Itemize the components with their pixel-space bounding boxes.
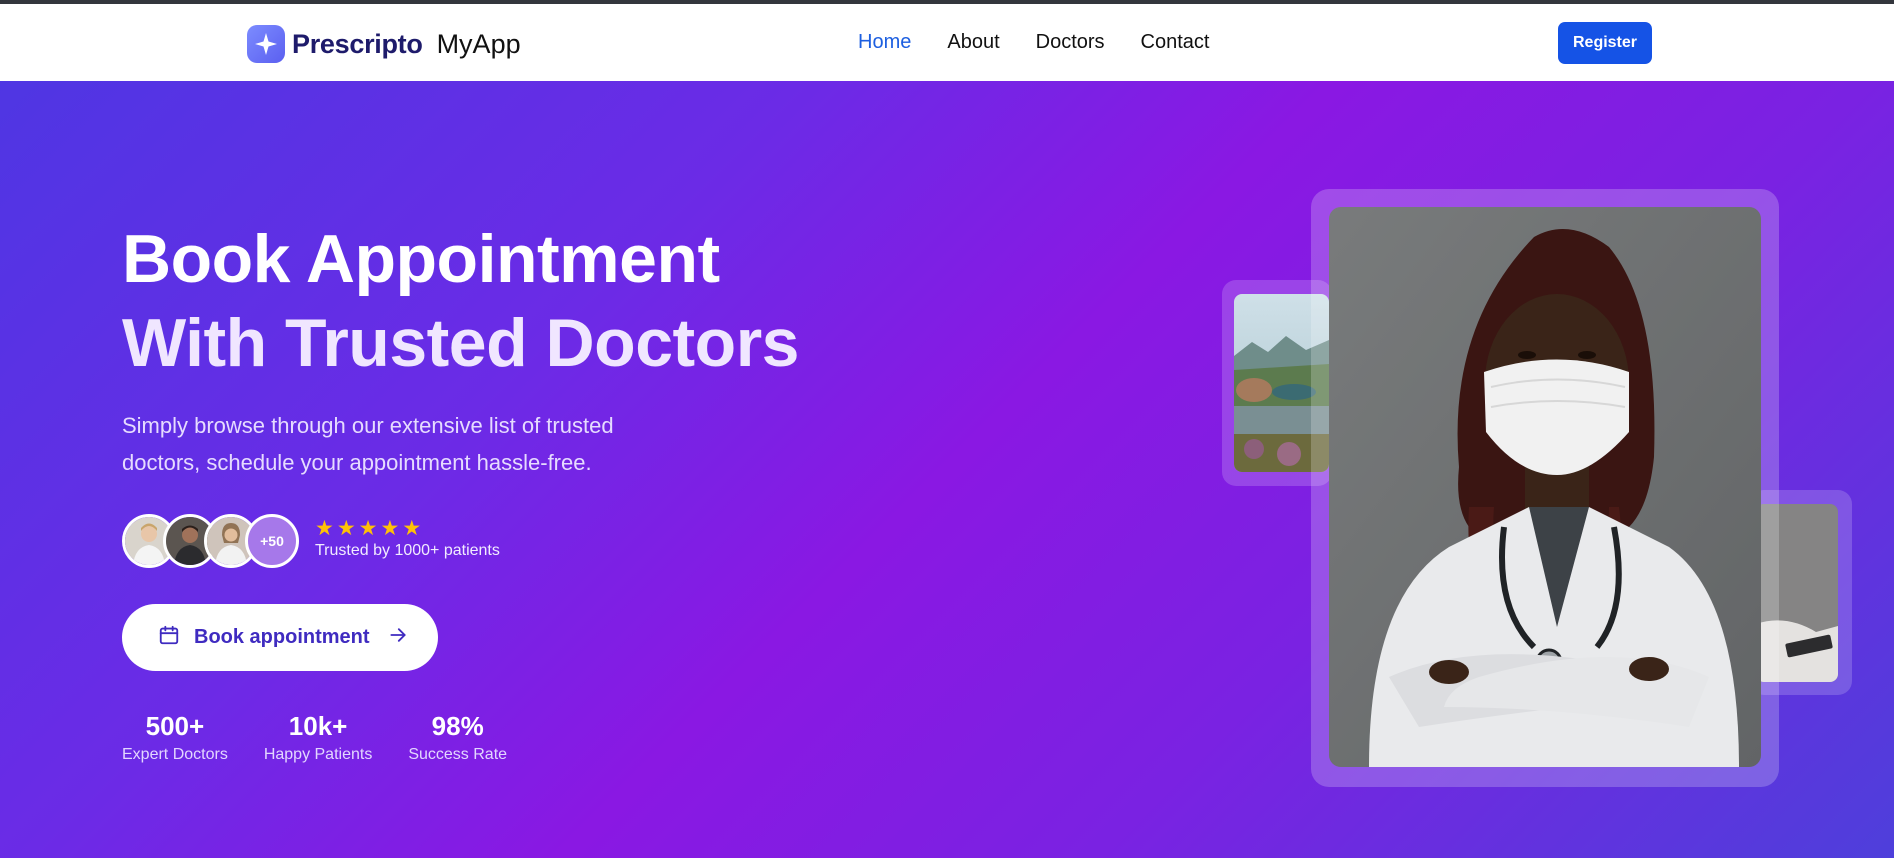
- navbar: Prescripto MyApp Home About Doctors Cont…: [0, 4, 1894, 81]
- rating-text: Trusted by 1000+ patients: [315, 542, 500, 559]
- register-button[interactable]: Register: [1558, 22, 1652, 64]
- main-nav: Home About Doctors Contact: [858, 31, 1245, 54]
- stat-label: Expert Doctors: [122, 746, 228, 763]
- subtext-line-2: doctors, schedule your appointment hassl…: [122, 450, 592, 475]
- stat-label: Success Rate: [408, 746, 508, 763]
- star-icon: ★: [358, 517, 378, 540]
- more-avatars-badge: +50: [245, 514, 299, 568]
- book-appointment-button[interactable]: Book appointment: [122, 604, 438, 671]
- logo-sparkle-icon: [247, 25, 285, 63]
- hero-section: Book Appointment With Trusted Doctors Si…: [0, 81, 1894, 858]
- calendar-icon: [158, 624, 180, 651]
- stat-item: 500+ Expert Doctors: [122, 711, 228, 764]
- app-name: MyApp: [436, 28, 521, 59]
- stats-row: 500+ Expert Doctors 10k+ Happy Patients …: [122, 711, 543, 764]
- brand-name: Prescripto: [292, 28, 423, 59]
- logo-link[interactable]: Prescripto MyApp: [247, 24, 521, 64]
- stat-item: 98% Success Rate: [408, 711, 507, 764]
- stat-item: 10k+ Happy Patients: [264, 711, 373, 764]
- headline-line-2: With Trusted Doctors: [122, 305, 799, 381]
- star-rating: ★ ★ ★ ★ ★: [315, 517, 500, 540]
- headline-line-1: Book Appointment: [122, 221, 720, 297]
- main-doctor-card: [1311, 189, 1779, 787]
- nav-item-about[interactable]: About: [947, 31, 999, 54]
- stat-value: 10k+: [288, 711, 348, 741]
- nav-item-contact[interactable]: Contact: [1141, 31, 1210, 54]
- subtext-line-1: Simply browse through our extensive list…: [122, 413, 614, 438]
- star-icon: ★: [336, 517, 356, 540]
- doctor-photo: [1329, 207, 1761, 767]
- star-icon: ★: [315, 517, 334, 540]
- stat-value: 500+: [145, 711, 205, 741]
- star-icon: ★: [380, 517, 400, 540]
- rating-block: ★ ★ ★ ★ ★ Trusted by 1000+ patients: [315, 517, 500, 560]
- nav-item-doctors[interactable]: Doctors: [1036, 31, 1105, 54]
- nav-item-home[interactable]: Home: [858, 31, 911, 54]
- star-icon: ★: [402, 517, 422, 540]
- stat-value: 98%: [431, 711, 484, 741]
- arrow-right-icon: [388, 625, 408, 650]
- stat-label: Happy Patients: [263, 746, 373, 763]
- hero-subtext: Simply browse through our extensive list…: [122, 407, 682, 481]
- hero-headline: Book Appointment With Trusted Doctors: [122, 217, 799, 385]
- book-appointment-label: Book appointment: [194, 626, 370, 648]
